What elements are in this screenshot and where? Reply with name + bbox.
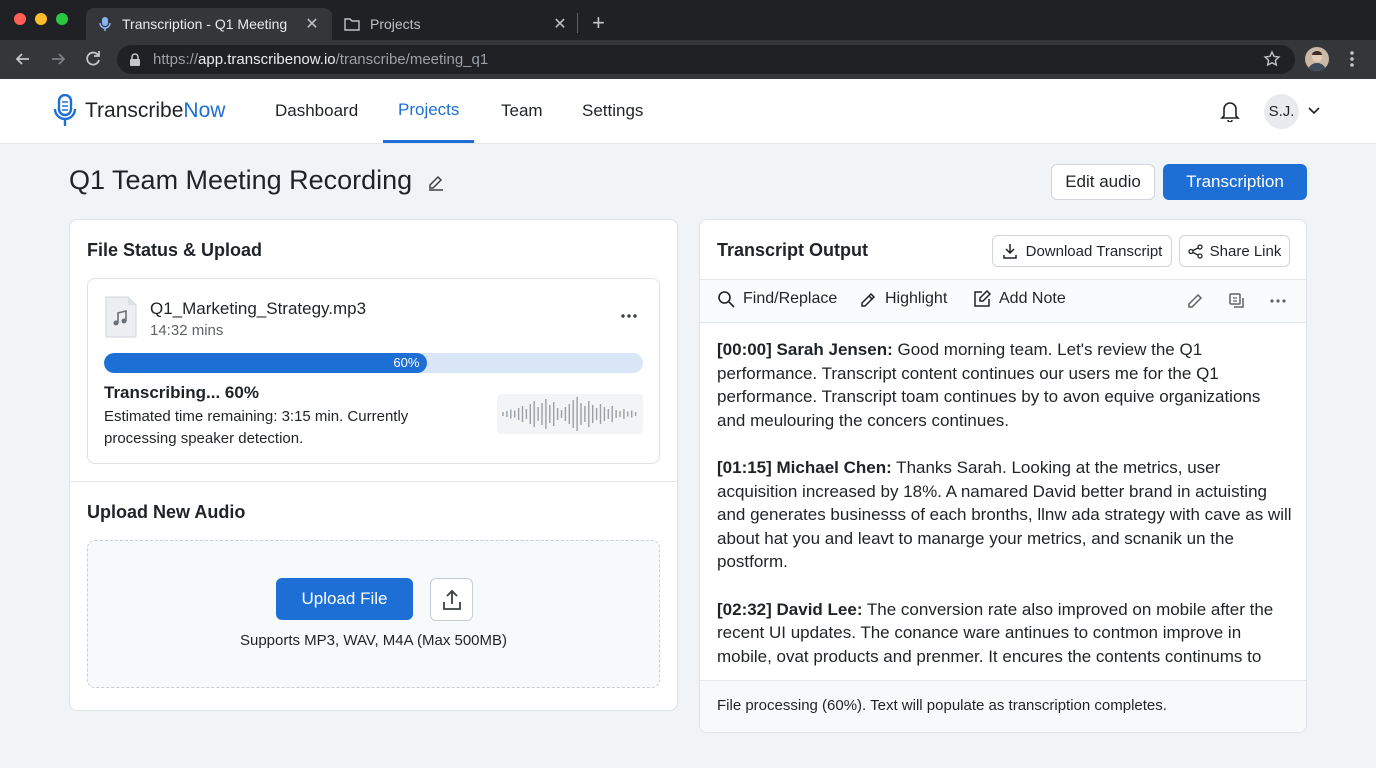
edit-pencil-icon[interactable] [1186,292,1206,312]
file-status-panel: File Status & Upload Q1_Marketing_Strate… [69,219,678,711]
more-options-icon[interactable] [620,313,638,319]
nav-projects[interactable]: Projects [383,79,475,143]
find-replace-label: Find/Replace [743,290,838,307]
transcription-button[interactable]: Transcription [1163,164,1307,200]
nav-settings[interactable]: Settings [582,79,643,143]
file-name: Q1_Marketing_Strategy.mp3 [150,299,367,318]
upload-dropzone[interactable]: Upload File Supports MP3, WAV, M4A (Max … [87,540,660,688]
browser-tab-transcription[interactable]: Transcription - Q1 Meeting ✕ [86,8,332,40]
more-options-icon[interactable] [1269,298,1289,318]
bell-icon[interactable] [1220,100,1240,122]
maximize-window-button[interactable] [56,13,68,25]
upload-icon-button[interactable] [430,578,473,621]
download-label: Download Transcript [1025,242,1163,260]
upload-icon [442,589,462,611]
pencil-icon[interactable] [427,173,445,191]
divider [70,481,677,482]
note-edit-icon [974,290,991,307]
microphone-icon [98,16,112,32]
upload-file-button[interactable]: Upload File [276,578,413,620]
app-header: TranscribeNow Dashboard Projects Team Se… [0,79,1376,144]
add-note-tool[interactable]: Add Note [973,290,1066,308]
forward-arrow-icon[interactable] [48,49,68,69]
add-note-label: Add Note [999,290,1066,307]
eta-text: Estimated time remaining: 3:15 min. Curr… [104,408,409,447]
close-tab-icon[interactable]: ✕ [304,14,320,34]
search-icon [718,291,735,308]
nav-team[interactable]: Team [501,79,543,143]
chevron-down-icon[interactable] [1308,105,1320,115]
folder-icon [344,17,360,31]
audio-file-icon [104,295,138,339]
edit-audio-button[interactable]: Edit audio [1051,164,1155,200]
user-avatar[interactable]: S.J. [1264,94,1299,129]
processing-status-footer: File processing (60%). Text will populat… [700,680,1306,732]
logo-text: TranscribeNow [85,99,226,122]
browser-menu-icon[interactable] [1344,49,1360,69]
browser-tab-projects[interactable]: Projects ✕ [336,8,576,40]
transcription-progress-bar: 60% [104,353,643,373]
page-title: Q1 Team Meeting Recording [69,165,413,195]
upload-heading: Upload New Audio [87,502,246,522]
transcript-entry: [02:32] David Lee: The conversion rate a… [717,599,1274,666]
nav-dashboard[interactable]: Dashboard [275,79,358,143]
address-bar[interactable]: https://app.transcribenow.io/transcribe/… [117,45,1295,74]
browser-chrome: Transcription - Q1 Meeting ✕ Projects ✕ … [0,0,1376,79]
transcript-heading: Transcript Output [717,240,869,260]
app-logo[interactable]: TranscribeNow [53,94,225,128]
transcript-toolbar: Find/Replace Highlight Add Note [700,279,1306,323]
waveform-icon [497,394,643,434]
copy-icon[interactable] [1228,292,1248,312]
tab-divider [577,13,578,33]
toolbar: https://app.transcribenow.io/transcribe/… [0,40,1376,79]
find-replace-tool[interactable]: Find/Replace [717,290,837,308]
highlight-label: Highlight [885,290,948,307]
supported-formats-text: Supports MP3, WAV, M4A (Max 500MB) [239,632,508,649]
download-icon [1002,243,1018,259]
bookmark-star-icon[interactable] [1263,50,1281,68]
share-icon [1187,243,1203,259]
share-label: Share Link [1209,242,1282,260]
download-transcript-button[interactable]: Download Transcript [992,235,1172,267]
transcript-entry: [00:00] Sarah Jensen: Good morning team.… [717,340,1261,430]
progress-fill: 60% [104,353,428,373]
url-text: https://app.transcribenow.io/transcribe/… [153,51,489,68]
file-duration: 14:32 mins [150,322,224,339]
highlight-tool[interactable]: Highlight [859,290,947,308]
transcribing-status: Transcribing... 60% [104,383,259,402]
microphone-logo-icon [53,94,77,128]
file-status-heading: File Status & Upload [87,240,263,260]
tab-title: Transcription - Q1 Meeting [122,16,288,32]
minimize-window-button[interactable] [35,13,47,25]
new-tab-icon[interactable]: + [592,10,605,36]
transcript-panel: Transcript Output Download Transcript Sh… [699,219,1307,733]
browser-profile-avatar[interactable] [1305,47,1329,71]
close-tab-icon[interactable]: ✕ [552,14,568,34]
tab-title: Projects [370,16,421,32]
lock-icon [129,52,141,67]
close-window-button[interactable] [14,13,26,25]
back-arrow-icon[interactable] [13,49,33,69]
highlighter-icon [861,292,876,307]
transcript-text[interactable]: [00:00] Sarah Jensen: Good morning team.… [717,338,1292,678]
reload-icon[interactable] [83,49,103,69]
transcript-entry: [01:15] Michael Chen: Thanks Sarah. Look… [717,457,1292,572]
share-link-button[interactable]: Share Link [1179,235,1290,267]
file-card: Q1_Marketing_Strategy.mp3 14:32 mins 60%… [87,278,660,464]
